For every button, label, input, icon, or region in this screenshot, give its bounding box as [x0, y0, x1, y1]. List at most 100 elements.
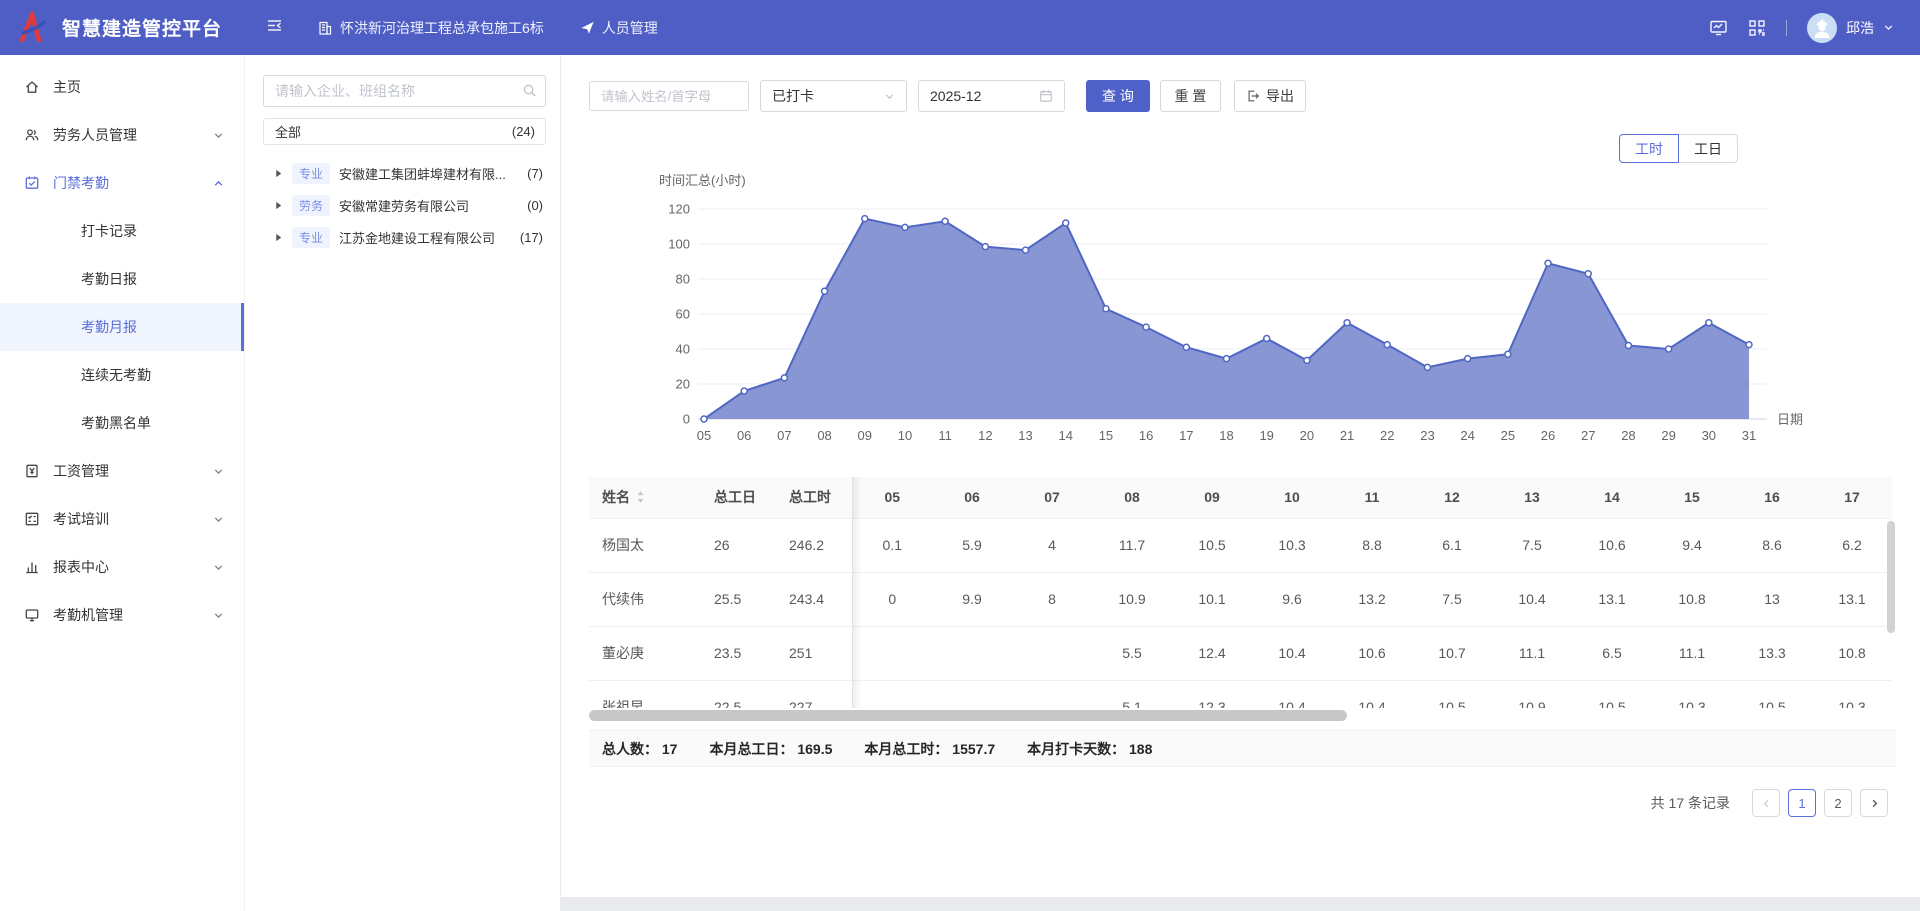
cell-day-value: 7.5 [1492, 518, 1572, 572]
svg-text:25: 25 [1501, 428, 1515, 443]
column-header-name[interactable]: 姓名 [589, 477, 701, 518]
sidebar-item-主页[interactable]: 主页 [0, 63, 244, 111]
sidebar-item-考勤黑名单[interactable]: 考勤黑名单 [0, 399, 244, 447]
svg-text:17: 17 [1179, 428, 1193, 443]
qr-code-icon[interactable] [1748, 19, 1766, 37]
building-icon [317, 20, 333, 36]
user-menu[interactable]: 邱浩 [1807, 13, 1894, 43]
cell-day-value: 8.6 [1732, 518, 1812, 572]
tree-root-label: 全部 [275, 122, 301, 141]
sidebar-item-考勤机管理[interactable]: 考勤机管理 [0, 591, 244, 639]
sidebar-item-考勤月报[interactable]: 考勤月报 [0, 303, 244, 351]
project-selector[interactable]: 怀洪新河治理工程总承包施工6标 [317, 18, 544, 38]
column-header-day: 11 [1332, 477, 1412, 518]
cell-day-value: 10.6 [1572, 518, 1652, 572]
content-zone: 已打卡 2025-12 查 询 重 置 [561, 55, 1920, 911]
exam-icon [24, 511, 40, 527]
sidebar-item-报表中心[interactable]: 报表中心 [0, 543, 244, 591]
search-icon[interactable] [522, 83, 537, 98]
cell-day-value: 10.5 [1732, 680, 1812, 708]
export-button[interactable]: 导出 [1234, 80, 1306, 112]
cell-day-value: 0.1 [852, 518, 932, 572]
cell-day-value: 10.5 [1172, 518, 1252, 572]
summary-item: 总人数： 17 [602, 739, 677, 759]
column-header-day: 14 [1572, 477, 1652, 518]
cell-day-value: 10.9 [1092, 572, 1172, 626]
summary-item: 本月打卡天数： 188 [1027, 739, 1152, 759]
tree-root-all[interactable]: 全部 (24) [263, 118, 546, 145]
sidebar-item-考试培训[interactable]: 考试培训 [0, 495, 244, 543]
caret-right-icon[interactable] [274, 201, 283, 210]
tree-search-input[interactable] [263, 75, 546, 107]
prev-page-button[interactable] [1752, 789, 1780, 817]
records-total: 共 17 条记录 [1651, 793, 1730, 813]
page-button-1[interactable]: 1 [1788, 789, 1816, 817]
company-type-tag: 专业 [292, 227, 330, 248]
toggle-hours[interactable]: 工时 [1619, 134, 1679, 163]
home-icon [24, 79, 40, 95]
svg-text:06: 06 [737, 428, 751, 443]
column-header-day: 13 [1492, 477, 1572, 518]
cell-day-value: 10.5 [1412, 680, 1492, 708]
nav-person-mgmt[interactable]: 人员管理 [580, 18, 658, 38]
column-header-total-days: 总工日 [701, 477, 776, 518]
column-header-day: 08 [1092, 477, 1172, 518]
cell-day-value: 10.4 [1252, 626, 1332, 680]
vertical-scrollbar[interactable] [1887, 521, 1895, 633]
svg-text:19: 19 [1259, 428, 1273, 443]
svg-text:28: 28 [1621, 428, 1635, 443]
sidebar-item-连续无考勤[interactable]: 连续无考勤 [0, 351, 244, 399]
chevron-down-icon [1883, 22, 1894, 33]
next-page-button[interactable] [1860, 789, 1888, 817]
menu-fold-icon[interactable] [266, 17, 283, 39]
app-body: 主页劳务人员管理门禁考勤打卡记录考勤日报考勤月报连续无考勤考勤黑名单工资管理考试… [0, 55, 1920, 911]
avatar [1807, 13, 1837, 43]
cell-day-value: 10.4 [1332, 680, 1412, 708]
sidebar-item-label: 门禁考勤 [53, 173, 213, 193]
calendar-icon [1039, 89, 1053, 103]
cell-day-value: 6.2 [1812, 518, 1892, 572]
toggle-days[interactable]: 工日 [1679, 134, 1738, 163]
attendance-chart: 0204060801001200506070809101112131415161… [589, 165, 1896, 477]
svg-text:27: 27 [1581, 428, 1595, 443]
query-button[interactable]: 查 询 [1086, 80, 1150, 112]
sort-icon[interactable] [636, 490, 645, 504]
tree-item[interactable]: 劳务安徽常建劳务有限公司(0) [263, 189, 546, 221]
svg-text:13: 13 [1018, 428, 1032, 443]
header-left: 智慧建造管控平台 怀洪新河治理工程总承包施工6标 [14, 9, 694, 47]
cell-day-value: 0 [852, 572, 932, 626]
horizontal-scrollbar[interactable] [589, 710, 1347, 721]
monitor-icon[interactable] [1709, 18, 1728, 37]
cell-day-value: 10.8 [1652, 572, 1732, 626]
cell-day-value [852, 680, 932, 708]
access-icon [24, 175, 40, 191]
caret-right-icon[interactable] [274, 169, 283, 178]
cell-day-value: 5.1 [1092, 680, 1172, 708]
app-title: 智慧建造管控平台 [62, 14, 222, 41]
sidebar-item-工资管理[interactable]: 工资管理 [0, 447, 244, 495]
svg-text:07: 07 [777, 428, 791, 443]
sidebar: 主页劳务人员管理门禁考勤打卡记录考勤日报考勤月报连续无考勤考勤黑名单工资管理考试… [0, 55, 245, 911]
page-button-2[interactable]: 2 [1824, 789, 1852, 817]
month-picker[interactable]: 2025-12 [918, 80, 1065, 112]
sidebar-item-门禁考勤[interactable]: 门禁考勤 [0, 159, 244, 207]
svg-text:120: 120 [668, 202, 690, 217]
tree-item[interactable]: 专业江苏金地建设工程有限公司(17) [263, 221, 546, 253]
name-search-input[interactable] [589, 81, 749, 111]
sidebar-item-打卡记录[interactable]: 打卡记录 [0, 207, 244, 255]
tree-item[interactable]: 专业安徽建工集团蚌埠建材有限...(7) [263, 157, 546, 189]
chevron-down-icon [213, 610, 224, 621]
table-row: 代续伟25.5243.409.9810.910.19.613.27.510.41… [589, 572, 1892, 626]
chevron-down-icon [213, 562, 224, 573]
sidebar-item-劳务人员管理[interactable]: 劳务人员管理 [0, 111, 244, 159]
sidebar-item-考勤日报[interactable]: 考勤日报 [0, 255, 244, 303]
reset-button[interactable]: 重 置 [1160, 80, 1221, 112]
salary-icon [24, 463, 40, 479]
table-scroll-area[interactable]: 姓名总工日总工时05060708091011121314151617杨国太262… [589, 477, 1896, 708]
caret-right-icon[interactable] [274, 233, 283, 242]
filter-bar: 已打卡 2025-12 查 询 重 置 [589, 80, 1896, 112]
sidebar-item-label: 考勤日报 [81, 269, 224, 289]
cell-day-value: 10.6 [1332, 626, 1412, 680]
status-select[interactable]: 已打卡 [760, 80, 907, 112]
svg-text:20: 20 [1300, 428, 1314, 443]
